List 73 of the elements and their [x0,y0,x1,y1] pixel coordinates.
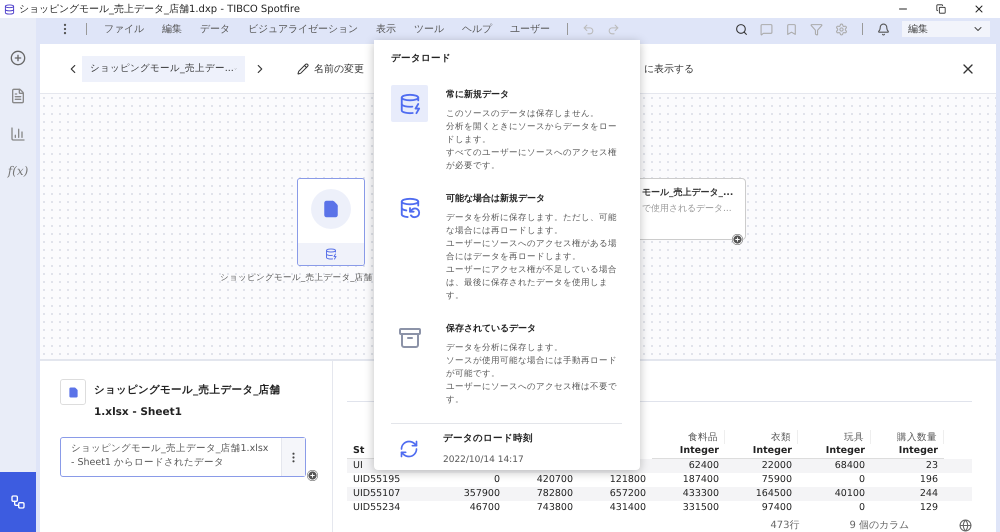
pencil-icon [297,62,309,74]
option-description: データを分析に保存します。ただし、可能な場合には再ロードします。 [446,212,618,238]
file-icon [322,200,340,218]
database-icon [398,196,420,218]
node-subtitle: で使用されるデータ... [642,203,732,215]
source-node[interactable] [297,178,365,266]
table-cell: 782800 [506,487,579,501]
table-cell: 62400 [652,459,725,473]
bar-chart-icon[interactable] [10,126,26,142]
option-description: すべてのユーザーにソースへのアクセス権が必要です。 [446,147,618,173]
column-name: 購入数量 [871,430,944,444]
function-label[interactable]: f(x) [8,164,28,178]
table-cell: 244 [871,487,944,501]
load-option[interactable]: 保存されているデータ データを分析に保存します。 ソースが使用可能な場合には手動再ロードが可能です。 ユーザーにソースへのアクセス権は不要です。 [391,319,622,407]
table-cell: 23 [871,459,944,473]
option-description: このソースのデータは保存しません。 [446,108,600,121]
table-cell: 433300 [652,487,725,501]
database-icon [325,248,337,260]
table-cell: 22000 [725,459,798,473]
option-description: ユーザーにソースへのアクセス権がある場合にはデータを再ロードします。 [446,238,618,264]
table-cell: 164500 [725,487,798,501]
option-description: ユーザーにソースへのアクセス権は不要です。 [446,381,618,407]
option-title: 可能な場合は新規データ [446,192,546,205]
menu-item[interactable]: ツール [405,22,453,36]
column-name: 衣類 [725,430,798,444]
data-canvas-button[interactable] [0,472,36,532]
app-logo-icon [4,4,15,14]
rename-button[interactable]: 名前の変更 [297,62,364,76]
table-cell: 657200 [579,487,652,501]
option-description: 分析を開くときにソースからデータをロードします。 [446,121,618,147]
database-icon [398,92,420,114]
menu-item[interactable]: 編集 [153,22,191,36]
show-button[interactable]: に表示する [644,62,694,76]
globe-icon[interactable] [959,518,972,532]
option-title: 常に新規データ [446,88,510,101]
restore-icon[interactable] [936,4,946,14]
step-text: ショッピングモール_売上データ_店舗1.xlsx - Sheet1 からロードされたデータ [70,442,270,470]
refresh-icon [399,438,419,458]
load-time-value: 2022/10/14 14:17 [443,455,525,465]
column-name: 玩具 [798,430,871,444]
row-count: 473行 [770,519,800,532]
option-description: ユーザーにアクセス権が不足している場合は、最後に保存されたデータを使用します。 [446,264,618,303]
popup-title: データロード [391,52,452,65]
close-icon[interactable] [973,3,985,15]
menu-item[interactable]: ヘルプ [453,22,501,36]
add-icon[interactable] [10,50,26,66]
option-description: データを分析に保存します。 [446,342,564,355]
mode-dropdown[interactable]: 編集 [902,21,990,37]
table-cell: UID55107 [347,487,433,501]
option-title: 保存されているデータ [446,322,537,335]
node-title: モール_売上データ_... [642,187,734,199]
load-option[interactable]: 可能な場合は新規データ データを分析に保存します。ただし、可能な場合には再ロードします。 ユーザーにソースへのアクセス権がある場合にはデータを再ロードします。 ユーザーにアクセス権が不足している場合は、最後に保存されたデータを使用します。 [391,189,622,303]
option-description: ソースが使用可能な場合には手動再ロードが可能です。 [446,355,618,381]
menu-item[interactable]: ファイル [95,22,153,36]
window-title: ショッピングモール_売上データ_店舗1.dxp - TIBCO Spotfire [19,2,301,16]
load-option[interactable]: 常に新規データ このソースのデータは保存しません。 分析を開くときにソースからデータをロードします。 すべてのユーザーにソースへのアクセス権が必要です。 [391,85,622,173]
menu-item[interactable]: 表示 [367,22,405,36]
file-icon [60,379,86,405]
column-count: 9 個のカラム [849,519,909,532]
workflow-icon [10,494,26,510]
table-cell: 357900 [433,487,506,501]
document-icon[interactable] [10,88,26,104]
column-name: 食料品 [652,430,725,444]
table-cell: 68400 [798,459,871,473]
menu-item[interactable]: データ [191,22,239,36]
menu-item[interactable]: ビジュアライゼーション [239,22,367,36]
menu-item[interactable]: ユーザー [501,22,559,36]
source-dropdown[interactable]: ショッピングモール_売上デー... [82,56,245,82]
archive-icon [398,326,422,350]
load-time-label: データのロード時刻 [443,432,533,445]
source-title: ショッピングモール_売上データ_店舗1.xlsx - Sheet1 [94,382,282,420]
table-cell: 40100 [798,487,871,501]
node-label: ショッピングモール_売上データ_店舗 [220,272,372,284]
